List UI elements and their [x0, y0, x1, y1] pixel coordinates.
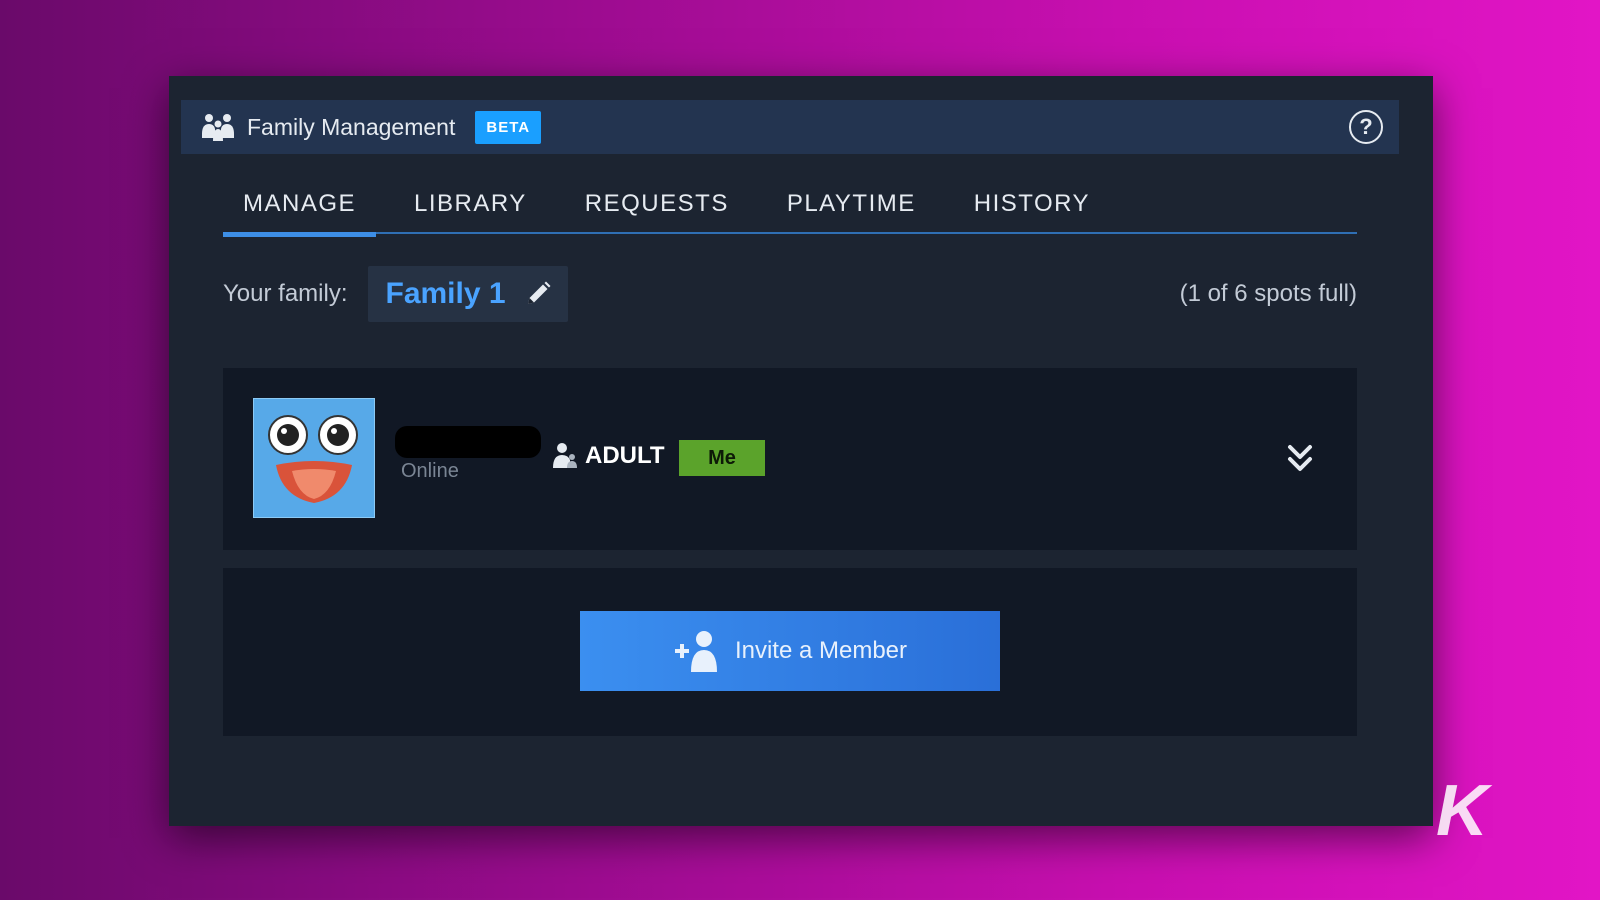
member-card: Online ADULT Me [223, 368, 1357, 550]
your-family-label: Your family: [223, 280, 348, 307]
family-management-window: Family Management BETA ? MANAGE LIBRARY … [169, 76, 1433, 826]
family-row: Your family: Family 1 (1 of 6 spots full… [223, 266, 1357, 322]
help-icon[interactable]: ? [1349, 110, 1383, 144]
invite-panel: Invite a Member [223, 568, 1357, 736]
role-label: ADULT [585, 442, 665, 469]
tab-history[interactable]: HISTORY [954, 186, 1110, 234]
title-bar: Family Management BETA ? [181, 100, 1399, 154]
family-name[interactable]: Family 1 [386, 277, 506, 311]
invite-member-button[interactable]: Invite a Member [580, 611, 1000, 691]
tab-playtime[interactable]: PLAYTIME [767, 186, 936, 234]
me-badge: Me [679, 440, 765, 476]
family-name-editor[interactable]: Family 1 [367, 266, 568, 322]
watermark-logo: K [1436, 771, 1488, 851]
pencil-icon[interactable] [524, 280, 552, 308]
family-icon [201, 110, 235, 144]
member-name-redacted [395, 426, 541, 458]
member-status: Online [401, 460, 459, 482]
tab-bar: MANAGE LIBRARY REQUESTS PLAYTIME HISTORY [223, 186, 1357, 237]
spots-count: (1 of 6 spots full) [1179, 280, 1357, 307]
beta-badge: BETA [475, 110, 542, 144]
double-chevron-down-icon[interactable] [1285, 442, 1315, 474]
avatar[interactable] [253, 398, 375, 518]
window-title: Family Management [247, 113, 456, 140]
tab-library[interactable]: LIBRARY [394, 186, 547, 234]
person-icon [553, 442, 577, 470]
invite-member-label: Invite a Member [734, 637, 908, 664]
tab-manage[interactable]: MANAGE [223, 186, 377, 237]
add-person-icon [673, 630, 719, 672]
tab-requests[interactable]: REQUESTS [565, 186, 749, 234]
